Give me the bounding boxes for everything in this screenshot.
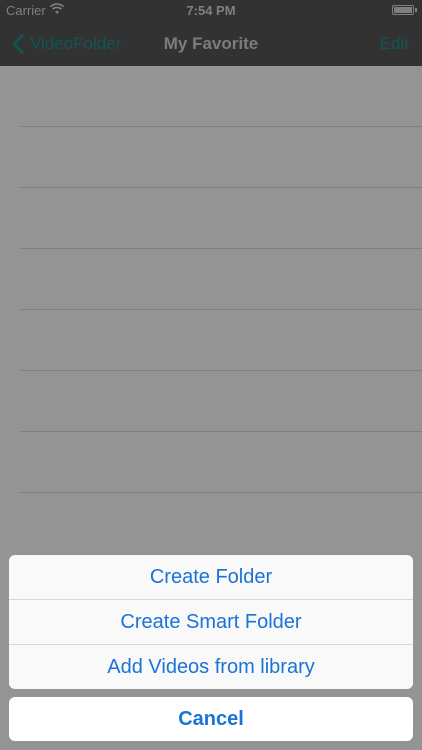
action-sheet-cancel: Cancel (9, 697, 413, 741)
add-videos-from-library-button[interactable]: Add Videos from library (9, 645, 413, 689)
action-sheet-options: Create Folder Create Smart Folder Add Vi… (9, 555, 413, 689)
create-smart-folder-button[interactable]: Create Smart Folder (9, 600, 413, 645)
cancel-button[interactable]: Cancel (9, 697, 413, 741)
create-folder-button[interactable]: Create Folder (9, 555, 413, 600)
